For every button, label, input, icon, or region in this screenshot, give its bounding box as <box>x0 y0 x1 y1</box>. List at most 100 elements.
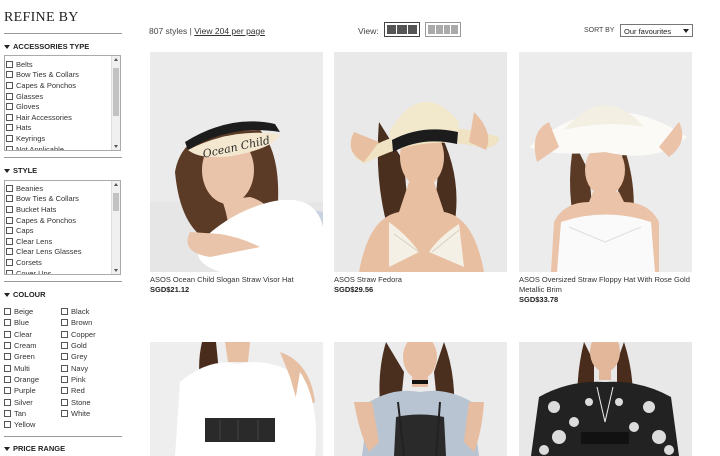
style-option[interactable]: Corsets <box>6 257 110 268</box>
accessories-type-option[interactable]: Glasses <box>6 91 110 102</box>
checkbox[interactable] <box>6 60 13 68</box>
colour-option[interactable]: Gold <box>61 340 118 351</box>
checkbox[interactable] <box>6 195 13 203</box>
checkbox[interactable] <box>61 364 68 372</box>
accessories-type-option[interactable]: Not Applicable <box>6 144 110 150</box>
checkbox[interactable] <box>61 375 68 383</box>
checkbox[interactable] <box>61 330 68 338</box>
colour-option[interactable]: Purple <box>4 385 61 396</box>
scroll-down-icon[interactable] <box>114 269 118 272</box>
checkbox[interactable] <box>4 364 11 372</box>
checkbox[interactable] <box>61 398 68 406</box>
colour-option[interactable]: Pink <box>61 374 118 385</box>
product-card[interactable]: ASOS Oversized Straw Floppy Hat With Ros… <box>519 52 692 305</box>
style-option[interactable]: Bow Ties & Collars <box>6 194 110 205</box>
scrollbar[interactable] <box>111 181 120 274</box>
product-card[interactable]: Ocean Child ASOS Ocean Child Slogan Stra… <box>150 52 323 295</box>
filter-heading-colour[interactable]: COLOUR <box>4 290 46 299</box>
checkbox[interactable] <box>4 409 11 417</box>
product-name[interactable]: ASOS Ocean Child Slogan Straw Visor Hat <box>150 275 323 285</box>
colour-option[interactable]: Navy <box>61 362 118 373</box>
checkbox[interactable] <box>61 409 68 417</box>
colour-option[interactable]: Silver <box>4 396 61 407</box>
product-image[interactable] <box>334 342 507 456</box>
checkbox[interactable] <box>6 216 13 224</box>
scroll-thumb[interactable] <box>113 68 119 116</box>
colour-option[interactable]: Blue <box>4 317 61 328</box>
product-image[interactable] <box>519 342 692 456</box>
checkbox[interactable] <box>6 113 13 121</box>
accessories-type-option[interactable]: Belts <box>6 59 110 70</box>
checkbox[interactable] <box>6 145 13 150</box>
colour-option[interactable]: Cream <box>4 340 61 351</box>
product-image[interactable] <box>150 342 323 456</box>
checkbox[interactable] <box>61 342 68 350</box>
checkbox[interactable] <box>6 227 13 235</box>
accessories-type-list[interactable]: Belts Bow Ties & Collars Capes & Ponchos Gl… <box>4 55 121 151</box>
checkbox[interactable] <box>4 342 11 350</box>
filter-heading-price-range[interactable]: PRICE RANGE <box>4 444 65 453</box>
checkbox[interactable] <box>6 134 13 142</box>
checkbox[interactable] <box>4 353 11 361</box>
checkbox[interactable] <box>61 387 68 395</box>
checkbox[interactable] <box>61 308 68 316</box>
filter-heading-accessories[interactable]: ACCESSORIES TYPE <box>4 42 89 51</box>
colour-option[interactable]: Grey <box>61 351 118 362</box>
accessories-type-option[interactable]: Hair Accessories <box>6 112 110 123</box>
view-per-page-link[interactable]: View 204 per page <box>194 26 265 36</box>
colour-option[interactable]: Green <box>4 351 61 362</box>
style-option[interactable]: Capes & Ponchos <box>6 215 110 226</box>
scroll-up-icon[interactable] <box>114 58 118 61</box>
style-option[interactable]: Cover Ups <box>6 268 110 274</box>
checkbox[interactable] <box>6 237 13 245</box>
checkbox[interactable] <box>4 375 11 383</box>
checkbox[interactable] <box>4 398 11 406</box>
scroll-up-icon[interactable] <box>114 183 118 186</box>
product-image[interactable] <box>334 52 507 272</box>
colour-option[interactable]: Tan <box>4 408 61 419</box>
checkbox[interactable] <box>61 353 68 361</box>
checkbox[interactable] <box>4 330 11 338</box>
sort-select[interactable]: Our favourites <box>620 24 693 37</box>
colour-option[interactable]: Clear <box>4 329 61 340</box>
product-card[interactable]: ASOS Straw Fedora SGD$29.56 <box>334 52 507 295</box>
checkbox[interactable] <box>6 269 13 274</box>
checkbox[interactable] <box>4 387 11 395</box>
style-list[interactable]: Beanies Bow Ties & Collars Bucket Hats Cape… <box>4 180 121 275</box>
product-card[interactable] <box>150 342 323 456</box>
colour-option[interactable]: White <box>61 408 118 419</box>
checkbox[interactable] <box>6 258 13 266</box>
product-card[interactable] <box>334 342 507 456</box>
checkbox[interactable] <box>6 71 13 79</box>
filter-heading-style[interactable]: STYLE <box>4 166 37 175</box>
product-image[interactable] <box>519 52 692 272</box>
checkbox[interactable] <box>6 124 13 132</box>
checkbox[interactable] <box>6 92 13 100</box>
style-option[interactable]: Caps <box>6 225 110 236</box>
view-3-columns-button[interactable] <box>384 22 420 37</box>
style-option[interactable]: Clear Lens Glasses <box>6 247 110 258</box>
checkbox[interactable] <box>6 205 13 213</box>
checkbox[interactable] <box>6 81 13 89</box>
checkbox[interactable] <box>6 248 13 256</box>
product-image[interactable]: Ocean Child <box>150 52 323 272</box>
checkbox[interactable] <box>4 421 11 429</box>
style-option[interactable]: Clear Lens <box>6 236 110 247</box>
checkbox[interactable] <box>4 319 11 327</box>
colour-option[interactable]: Orange <box>4 374 61 385</box>
product-card[interactable] <box>519 342 692 456</box>
scroll-thumb[interactable] <box>113 193 119 211</box>
colour-option[interactable]: Red <box>61 385 118 396</box>
accessories-type-option[interactable]: Bow Ties & Collars <box>6 70 110 81</box>
checkbox[interactable] <box>6 184 13 192</box>
style-option[interactable]: Bucket Hats <box>6 204 110 215</box>
colour-option[interactable]: Stone <box>61 396 118 407</box>
colour-option[interactable]: Yellow <box>4 419 61 430</box>
colour-option[interactable]: Beige <box>4 306 61 317</box>
colour-option[interactable]: Copper <box>61 329 118 340</box>
accessories-type-option[interactable]: Hats <box>6 123 110 134</box>
style-option[interactable]: Beanies <box>6 183 110 194</box>
accessories-type-option[interactable]: Capes & Ponchos <box>6 80 110 91</box>
product-name[interactable]: ASOS Straw Fedora <box>334 275 507 285</box>
accessories-type-option[interactable]: Keyrings <box>6 133 110 144</box>
